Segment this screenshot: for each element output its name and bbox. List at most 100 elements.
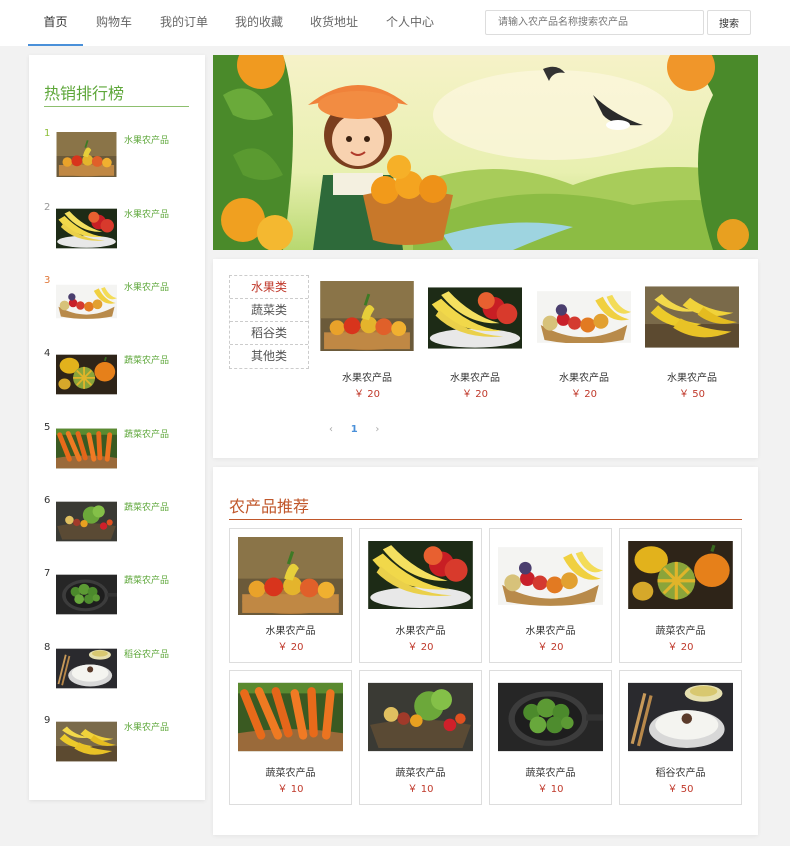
product-name[interactable]: 水果农产品	[490, 622, 611, 637]
product-image[interactable]	[368, 681, 473, 753]
search-input[interactable]	[485, 10, 704, 35]
rank-item[interactable]: 5 蔬菜农产品	[29, 422, 205, 482]
nav-address[interactable]: 收货地址	[305, 0, 363, 46]
category-product-card[interactable]: 水果农产品 ￥ 20	[534, 281, 634, 400]
recommend-panel: 农产品推荐 水果农产品 ￥ 20 水果农产品 ￥ 20 水果农产品 ￥ 20 蔬…	[213, 467, 758, 835]
product-price: ￥ 50	[667, 784, 694, 795]
hero-banner[interactable]	[213, 55, 758, 250]
page-number-current[interactable]: 1	[344, 424, 364, 435]
product-price: ￥ 20	[571, 389, 597, 400]
product-thumbnail[interactable]	[56, 719, 117, 764]
product-image[interactable]	[628, 681, 733, 753]
rank-product-name[interactable]: 水果农产品	[124, 280, 169, 293]
product-image[interactable]	[238, 537, 343, 615]
product-image[interactable]	[498, 681, 603, 753]
nav-orders[interactable]: 我的订单	[155, 0, 213, 46]
rank-item[interactable]: 2 水果农产品	[29, 202, 205, 262]
product-card[interactable]: 稻谷农产品 ￥ 50	[619, 670, 742, 805]
rank-item[interactable]: 8 稻谷农产品	[29, 642, 205, 702]
product-price: ￥ 20	[462, 389, 488, 400]
product-card[interactable]: 蔬菜农产品 ￥ 10	[229, 670, 352, 805]
nav-profile[interactable]: 个人中心	[381, 0, 439, 46]
product-name[interactable]: 水果农产品	[360, 622, 481, 637]
category-vegetable[interactable]: 蔬菜类	[230, 299, 308, 322]
category-other[interactable]: 其他类	[230, 345, 308, 368]
rank-item[interactable]: 7 蔬菜农产品	[29, 568, 205, 628]
product-thumbnail[interactable]	[56, 426, 117, 471]
category-product-card[interactable]: 水果农产品 ￥ 50	[642, 281, 742, 400]
rank-item[interactable]: 6 蔬菜农产品	[29, 495, 205, 555]
product-card[interactable]: 水果农产品 ￥ 20	[229, 528, 352, 663]
product-card[interactable]: 蔬菜农产品 ￥ 10	[489, 670, 612, 805]
product-name[interactable]: 水果农产品	[534, 369, 634, 384]
next-page-button[interactable]: ›	[367, 424, 387, 435]
product-card[interactable]: 蔬菜农产品 ￥ 20	[619, 528, 742, 663]
category-product-card[interactable]: 水果农产品 ￥ 20	[317, 281, 417, 400]
product-price: ￥ 20	[537, 642, 564, 653]
product-name[interactable]: 水果农产品	[425, 369, 525, 384]
nav-favorites[interactable]: 我的收藏	[230, 0, 288, 46]
rank-item[interactable]: 9 水果农产品	[29, 715, 205, 775]
product-name[interactable]: 蔬菜农产品	[360, 764, 481, 779]
rank-number: 4	[44, 348, 51, 359]
product-thumbnail[interactable]	[56, 279, 117, 324]
product-image[interactable]	[498, 545, 603, 607]
product-thumbnail[interactable]	[56, 352, 117, 397]
pagination: ‹ 1 ›	[321, 424, 387, 435]
rank-product-name[interactable]: 水果农产品	[124, 133, 169, 146]
product-image[interactable]	[628, 541, 733, 609]
hot-ranking-panel: 热销排行榜 1 水果农产品 2 水果农产品 3 水果农产品 4 蔬菜农产品 5 …	[29, 55, 205, 800]
rank-product-name[interactable]: 蔬菜农产品	[124, 500, 169, 513]
product-price: ￥ 20	[354, 389, 380, 400]
rank-product-name[interactable]: 稻谷农产品	[124, 647, 169, 660]
rank-number: 3	[44, 275, 51, 286]
product-image[interactable]	[537, 291, 631, 343]
product-name[interactable]: 水果农产品	[642, 369, 742, 384]
product-card[interactable]: 水果农产品 ￥ 20	[359, 528, 482, 663]
product-image[interactable]	[368, 541, 473, 609]
product-name[interactable]: 蔬菜农产品	[490, 764, 611, 779]
product-price: ￥ 20	[277, 642, 304, 653]
nav-cart[interactable]: 购物车	[90, 0, 138, 46]
search-button[interactable]: 搜索	[707, 10, 751, 35]
rank-item[interactable]: 4 蔬菜农产品	[29, 348, 205, 408]
product-thumbnail[interactable]	[56, 206, 117, 251]
product-card[interactable]: 蔬菜农产品 ￥ 10	[359, 670, 482, 805]
category-grain[interactable]: 稻谷类	[230, 322, 308, 345]
rank-product-name[interactable]: 蔬菜农产品	[124, 573, 169, 586]
rank-product-name[interactable]: 水果农产品	[124, 207, 169, 220]
title-divider	[44, 106, 189, 107]
product-name[interactable]: 蔬菜农产品	[620, 622, 741, 637]
product-name[interactable]: 蔬菜农产品	[230, 764, 351, 779]
product-price: ￥ 20	[407, 642, 434, 653]
product-image[interactable]	[428, 287, 522, 349]
category-product-card[interactable]: 水果农产品 ￥ 20	[425, 281, 525, 400]
product-image[interactable]	[645, 286, 739, 348]
product-image[interactable]	[320, 281, 414, 351]
title-divider	[229, 519, 742, 520]
category-list: 水果类 蔬菜类 稻谷类 其他类	[229, 275, 309, 369]
product-card[interactable]: 水果农产品 ￥ 20	[489, 528, 612, 663]
rank-item[interactable]: 1 水果农产品	[29, 128, 205, 188]
rank-product-name[interactable]: 蔬菜农产品	[124, 353, 169, 366]
category-fruit[interactable]: 水果类	[230, 276, 308, 299]
product-thumbnail[interactable]	[56, 572, 117, 617]
rank-number: 1	[44, 128, 51, 139]
hot-ranking-title: 热销排行榜	[44, 84, 125, 103]
product-name[interactable]: 水果农产品	[317, 369, 417, 384]
product-name[interactable]: 水果农产品	[230, 622, 351, 637]
product-thumbnail[interactable]	[56, 499, 117, 544]
rank-item[interactable]: 3 水果农产品	[29, 275, 205, 335]
product-thumbnail[interactable]	[56, 646, 117, 691]
rank-product-name[interactable]: 水果农产品	[124, 720, 169, 733]
prev-page-button[interactable]: ‹	[321, 424, 341, 435]
product-name[interactable]: 稻谷农产品	[620, 764, 741, 779]
recommend-title: 农产品推荐	[229, 497, 310, 516]
nav-home[interactable]: 首页	[28, 0, 83, 46]
top-nav-bar: 首页 购物车 我的订单 我的收藏 收货地址 个人中心 搜索	[0, 0, 790, 46]
rank-product-name[interactable]: 蔬菜农产品	[124, 427, 169, 440]
product-price: ￥ 10	[407, 784, 434, 795]
product-image[interactable]	[238, 681, 343, 753]
rank-number: 9	[44, 715, 51, 726]
product-thumbnail[interactable]	[56, 132, 117, 177]
